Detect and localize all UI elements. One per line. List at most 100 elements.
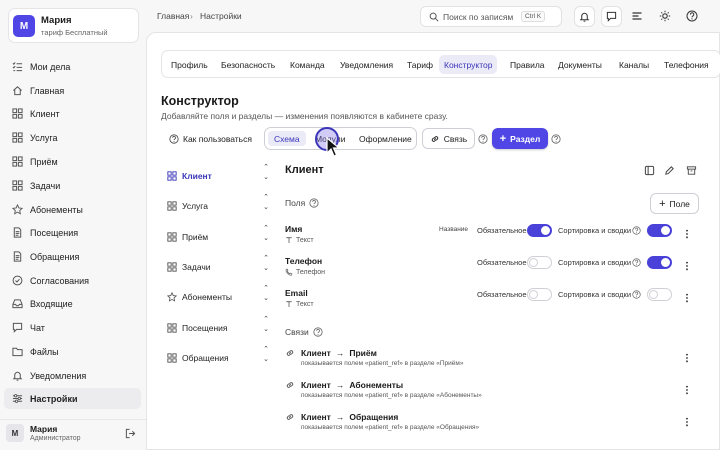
section-item-tasks[interactable]: Задачи [167,260,211,274]
help-icon[interactable] [686,10,698,22]
menu-icon[interactable] [631,10,643,22]
howto-label: Как пользоваться [183,134,252,144]
table-icon [12,132,23,143]
help-icon[interactable] [632,258,641,267]
required-toggle[interactable] [527,288,552,301]
archive-icon[interactable] [686,165,697,176]
sidebar-item-my-tasks[interactable]: Мои дела [4,56,141,77]
sort-toggle[interactable] [647,256,672,269]
sidebar-item-home[interactable]: Главная [4,80,141,101]
help-icon[interactable] [313,327,323,337]
sidebar-item-client[interactable]: Клиент [4,103,141,124]
reorder-arrows[interactable]: ⌃ ⌄ [261,254,271,274]
link-icon [285,412,295,422]
sidebar-item-label: Главная [30,85,65,96]
sidebar-item-appointment[interactable]: Приём [4,151,141,172]
sidebar-item-service[interactable]: Услуга [4,127,141,148]
add-link-button[interactable]: Связь [422,128,475,149]
tab-telephony[interactable]: Телефония [659,55,714,74]
sort-toggle[interactable] [647,288,672,301]
section-item-client[interactable]: Клиент [167,169,212,183]
reorder-arrows[interactable]: ⌃ ⌄ [261,224,271,244]
sidebar-item-label: Клиент [30,108,60,119]
tab-rules[interactable]: Правила [505,55,550,74]
field-type-label: Телефон [296,268,326,276]
settings-tabs: Профиль Безопасность Команда Уведомления… [161,50,720,78]
star-icon [12,204,23,215]
sidebar-item-visits[interactable]: Посещения [4,222,141,243]
table-icon [167,323,177,333]
sidebar-item-tasks[interactable]: Задачи [4,175,141,196]
required-label: Обязательное [477,258,527,267]
help-icon[interactable] [632,226,641,235]
sidebar-item-subscriptions[interactable]: Абонементы [4,199,141,220]
section-item-service[interactable]: Услуга [167,199,208,213]
sidebar-item-label: Файлы [30,346,59,357]
table-icon [167,353,177,363]
reorder-arrows[interactable]: ⌃ ⌄ [261,345,271,365]
segment-appearance[interactable]: Оформление [353,131,418,146]
tab-profile[interactable]: Профиль [166,55,213,74]
workspace-card[interactable]: М Мария тариф Бесплатный [8,8,139,43]
sidebar-item-label: Входящие [30,298,73,309]
help-icon[interactable] [309,198,319,208]
reorder-arrows[interactable]: ⌃ ⌄ [261,193,271,213]
reorder-arrows[interactable]: ⌃ ⌄ [261,284,271,304]
kebab-menu-icon[interactable] [684,385,690,395]
sidebar-item-label: Посещения [30,227,79,238]
logout-icon[interactable] [125,428,136,439]
required-toggle[interactable] [527,256,552,269]
sort-toggle[interactable] [647,224,672,237]
required-toggle[interactable] [527,224,552,237]
link-title: Клиент → Обращения [301,412,398,422]
section-item-subscriptions[interactable]: Абонементы [167,290,232,304]
sidebar-item-label: Чат [30,322,45,333]
section-item-appointment[interactable]: Приём [167,230,208,244]
sidebar-item-chat[interactable]: Чат [4,317,141,338]
sidebar-item-requests[interactable]: Обращения [4,246,141,267]
sidebar-item-notifications[interactable]: Уведомления [4,365,141,386]
kebab-menu-icon[interactable] [684,261,690,271]
search-icon [429,12,439,22]
tab-plan[interactable]: Тариф [402,55,438,74]
user-footer: М Мария Администратор [0,419,146,450]
section-item-visits[interactable]: Посещения [167,321,227,335]
panel-icon[interactable] [644,165,655,176]
segment-schema[interactable]: Схема [268,131,306,146]
sort-label: Сортировка и сводки [558,258,632,267]
kebab-menu-icon[interactable] [684,293,690,303]
search-input[interactable]: Поиск по записям Ctrl K [420,6,562,27]
tab-constructor[interactable]: Конструктор [439,55,498,74]
messages-button[interactable] [601,6,622,27]
view-switcher: Схема Модули Оформление [264,127,417,150]
help-icon[interactable] [632,290,641,299]
pencil-icon[interactable] [664,165,675,176]
sidebar-item-files[interactable]: Файлы [4,341,141,362]
page-title: Конструктор [161,94,239,108]
add-section-button[interactable]: + Раздел [492,128,548,149]
howto-link[interactable]: Как пользоваться [169,132,252,146]
link-description: показывается полем «patient_ref» в разде… [301,392,482,399]
breadcrumb-home[interactable]: Главная [157,11,189,21]
kebab-menu-icon[interactable] [684,229,690,239]
tab-team[interactable]: Команда [285,55,330,74]
add-field-button[interactable]: + Поле [650,193,699,214]
notifications-button[interactable] [574,6,595,27]
help-icon[interactable] [551,134,561,144]
theme-toggle-icon[interactable] [659,10,671,22]
sidebar-item-inbox[interactable]: Входящие [4,293,141,314]
help-icon [169,134,179,144]
help-icon[interactable] [478,134,488,144]
section-item-requests[interactable]: Обращения [167,351,229,365]
kebab-menu-icon[interactable] [684,417,690,427]
kebab-menu-icon[interactable] [684,353,690,363]
reorder-arrows[interactable]: ⌃ ⌄ [261,315,271,335]
sidebar-item-approvals[interactable]: Согласования [4,270,141,291]
sidebar-item-settings[interactable]: Настройки [4,388,141,409]
chat-icon [12,322,23,333]
tab-channels[interactable]: Каналы [614,55,654,74]
tab-security[interactable]: Безопасность [216,55,280,74]
tab-documents[interactable]: Документы [553,55,607,74]
reorder-arrows[interactable]: ⌃ ⌄ [261,163,271,183]
tab-notifications[interactable]: Уведомления [335,55,398,74]
